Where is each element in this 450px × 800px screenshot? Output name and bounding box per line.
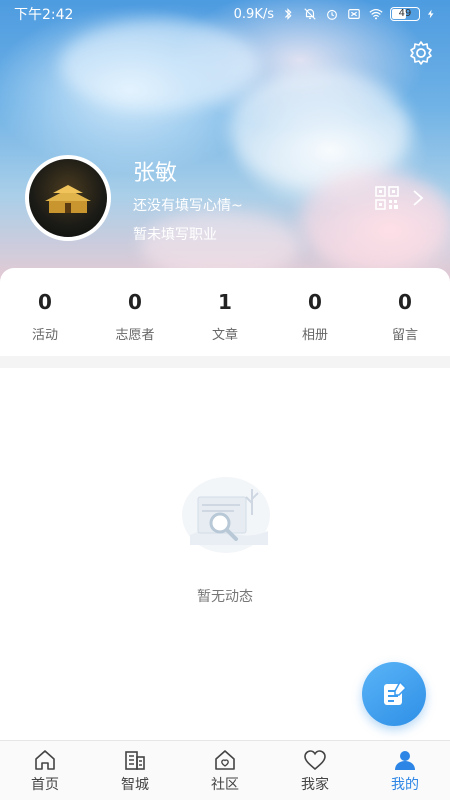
avatar-palace-image [45,185,91,213]
status-time: 下午2:42 [14,7,74,23]
charging-icon [427,9,434,19]
settings-gear-icon[interactable] [408,40,434,66]
sim-off-icon [348,9,360,19]
stat-label: 活动 [31,328,58,343]
section-divider [0,356,450,368]
tab-smart-city[interactable]: 智城 [90,741,180,800]
home-icon [35,749,55,770]
stat-messages[interactable]: 0 留言 [360,268,450,356]
avatar[interactable] [25,155,111,241]
bluetooth-icon [284,8,292,20]
stat-label: 志愿者 [115,328,155,343]
stat-volunteers[interactable]: 0 志愿者 [90,268,180,356]
tab-community[interactable]: 社区 [180,741,270,800]
heart-icon [304,749,326,770]
qr-code-icon[interactable] [375,186,399,210]
stat-albums[interactable]: 0 相册 [270,268,360,356]
building-icon [125,750,145,770]
stat-articles[interactable]: 1 文章 [180,268,270,356]
tab-home[interactable]: 首页 [0,741,90,800]
profile-mood[interactable]: 还没有填写心情~ [133,195,243,215]
stat-value: 1 [218,290,232,314]
community-house-icon [215,749,235,770]
profile-job[interactable]: 暂未填写职业 [133,224,217,244]
profile-header-background [0,0,450,300]
stat-value: 0 [128,290,142,314]
tab-label: 我的 [391,776,419,793]
empty-state-illustration [182,477,270,553]
tab-label: 智城 [121,776,149,793]
stat-value: 0 [308,290,322,314]
stat-activities[interactable]: 0 活动 [0,268,90,356]
status-bar: 下午2:42 0.9K/s 49 [0,0,450,28]
battery-indicator: 49 [390,7,420,21]
user-icon [395,750,415,770]
stats-bar: 0 活动 0 志愿者 1 文章 0 相册 0 留言 [0,268,450,356]
tab-mine[interactable]: 我的 [360,741,450,800]
battery-level: 49 [398,8,412,19]
mute-bell-icon [304,8,316,20]
stat-label: 文章 [211,328,238,343]
empty-state-text: 暂无动态 [197,589,253,605]
chevron-right-icon[interactable] [411,189,425,207]
tab-label: 社区 [211,776,239,793]
wifi-icon [369,9,383,20]
tab-label: 我家 [301,776,329,793]
tab-my-home[interactable]: 我家 [270,741,360,800]
network-speed: 0.9K/s [233,6,274,22]
bottom-tab-bar: 首页 智城 社区 我家 我的 [0,740,450,800]
stat-label: 相册 [301,328,328,343]
stat-value: 0 [38,290,52,314]
stat-label: 留言 [391,328,418,343]
stat-value: 0 [398,290,412,314]
compose-post-button[interactable] [362,662,426,726]
alarm-icon [327,9,337,20]
profile-name: 张敏 [133,161,178,186]
tab-label: 首页 [31,776,59,793]
edit-note-icon [384,680,408,705]
